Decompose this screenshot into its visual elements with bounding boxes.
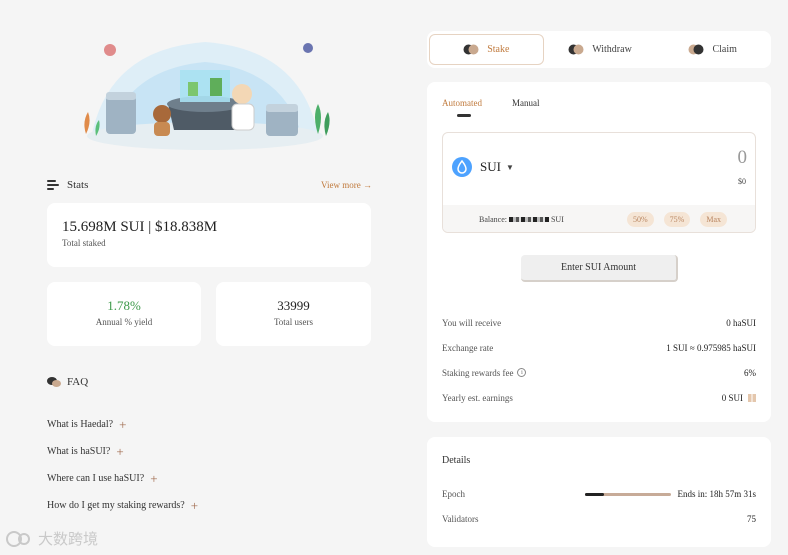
stake-amount-input[interactable] (627, 147, 747, 169)
pct-50-button[interactable]: 50% (626, 212, 654, 227)
max-button[interactable]: Max (700, 212, 727, 227)
faq-item-what-is-haedal[interactable]: What is Haedal? + (47, 411, 198, 438)
masked-balance (508, 217, 549, 222)
stake-panel: Automated Manual SUI ▼ $0 Balance: SUI 5… (427, 82, 771, 422)
hero-illustration (70, 34, 335, 156)
balance-prefix: Balance: (479, 215, 507, 224)
details-panel: Details Epoch Ends in: 18h 57m 31s Valid… (427, 437, 771, 547)
stats-title: Stats (67, 179, 89, 191)
users-card: 33999 Total users (216, 282, 371, 346)
users-value: 33999 (277, 298, 310, 313)
coins-icon (463, 44, 479, 55)
pct-75-button[interactable]: 75% (663, 212, 691, 227)
row-label: Staking rewards fee (442, 367, 514, 378)
tab-label: Stake (487, 44, 510, 55)
epoch-progress-fill (585, 492, 605, 496)
row-exchange-rate: Exchange rate 1 SUI ≈ 0.975985 haSUI (442, 335, 756, 360)
faq-item-what-is-hasui[interactable]: What is haSUI? + (47, 438, 198, 465)
watermark-text: 大数跨境 (38, 530, 99, 548)
epoch-row: Epoch Ends in: 18h 57m 31s (442, 489, 756, 499)
plus-icon: + (116, 444, 124, 459)
stats-icon (47, 180, 59, 190)
stake-input-box: SUI ▼ $0 Balance: SUI 50% 75% Max (442, 132, 756, 233)
row-yearly-earnings: Yearly est. earnings 0 SUI (442, 385, 756, 410)
action-tabs: Stake Withdraw Claim (427, 31, 771, 68)
stake-mode-tabs: Automated Manual (442, 98, 570, 117)
total-staked-card: 15.698M SUI | $18.838M Total staked (47, 203, 371, 267)
row-value: 1 SUI ≈ 0.975985 haSUI (666, 342, 756, 353)
row-value: 6% (744, 367, 756, 378)
tab-stake[interactable]: Stake (429, 34, 544, 65)
tab-label: Claim (712, 44, 737, 55)
sui-token-icon (452, 157, 472, 177)
row-value: 0 haSUI (726, 317, 756, 328)
faq-title: FAQ (67, 376, 89, 388)
faq-question: Where can I use haSUI? (47, 473, 145, 484)
row-label: Yearly est. earnings (442, 392, 513, 403)
epoch-label: Epoch (442, 489, 465, 499)
users-label: Total users (273, 317, 314, 327)
mode-tab-automated[interactable]: Automated (442, 98, 482, 117)
coins-icon (688, 44, 704, 55)
enter-amount-button[interactable]: Enter SUI Amount (521, 255, 678, 282)
row-value: 0 SUI (721, 392, 743, 403)
balance-display: Balance: SUI (479, 215, 564, 224)
total-staked-value: 15.698M SUI | $18.838M (62, 219, 218, 235)
stake-summary: You will receive 0 haSUI Exchange rate 1… (442, 310, 756, 410)
faq-item-where-use-hasui[interactable]: Where can I use haSUI? + (47, 465, 198, 492)
tab-claim[interactable]: Claim (656, 34, 769, 65)
validators-value: 75 (747, 514, 756, 524)
faq-list: What is Haedal? + What is haSUI? + Where… (47, 411, 198, 519)
percent-buttons: 50% 75% Max (626, 212, 727, 227)
apy-label: Annual % yield (95, 317, 153, 327)
epoch-ends: Ends in: 18h 57m 31s (677, 489, 756, 499)
info-icon[interactable]: i (517, 368, 527, 377)
apy-card: 1.78% Annual % yield (47, 282, 201, 346)
validators-row: Validators 75 (442, 514, 756, 524)
row-label: Exchange rate (442, 342, 494, 353)
watermark-logo-icon (6, 530, 30, 547)
token-selector[interactable]: SUI ▼ (452, 157, 514, 177)
faq-question: What is Haedal? (47, 419, 114, 430)
faq-question: How do I get my staking rewards? (47, 500, 185, 511)
calculator-icon[interactable] (748, 393, 756, 402)
row-you-will-receive: You will receive 0 haSUI (442, 310, 756, 335)
chat-bubbles-icon (47, 377, 61, 387)
stats-header: Stats View more → (47, 178, 372, 192)
total-staked-label: Total staked (62, 238, 106, 248)
row-staking-fee: Staking rewards fee i 6% (442, 360, 756, 385)
plus-icon: + (190, 498, 199, 513)
balance-unit: SUI (550, 215, 564, 224)
faq-header: FAQ (47, 376, 88, 388)
view-more-link[interactable]: View more → (321, 180, 372, 190)
usd-value: $0 (738, 177, 746, 186)
tab-withdraw[interactable]: Withdraw (544, 34, 657, 65)
plus-icon: + (150, 471, 158, 486)
validators-label: Validators (442, 514, 479, 524)
row-label: You will receive (442, 317, 502, 328)
faq-question: What is haSUI? (47, 446, 111, 457)
tab-label: Withdraw (592, 44, 632, 55)
epoch-progress-bar (585, 492, 672, 496)
watermark: 大数跨境 (6, 528, 98, 549)
balance-bar: Balance: SUI 50% 75% Max (443, 205, 755, 232)
caret-down-icon: ▼ (505, 162, 514, 172)
details-title: Details (442, 455, 471, 466)
apy-value: 1.78% (107, 298, 141, 313)
coins-icon (568, 44, 584, 55)
faq-item-staking-rewards[interactable]: How do I get my staking rewards? + (47, 492, 198, 519)
mode-tab-manual[interactable]: Manual (512, 98, 540, 108)
plus-icon: + (119, 417, 127, 432)
token-name: SUI (480, 159, 501, 174)
